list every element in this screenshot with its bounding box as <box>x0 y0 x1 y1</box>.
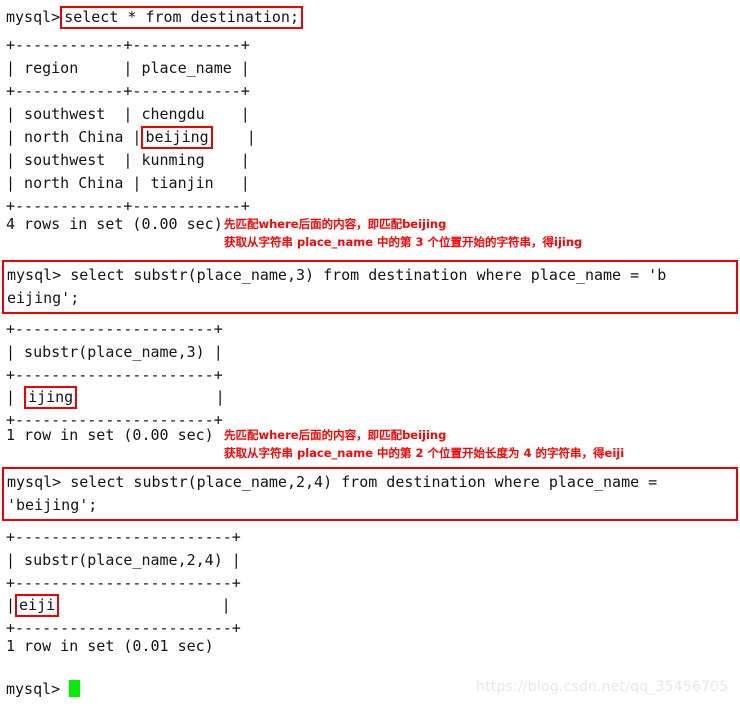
row2-1-prefix: | <box>6 388 25 406</box>
table1-sep-top: +------------+------------+ <box>6 36 250 54</box>
status-line-1: 4 rows in set (0.00 sec) <box>6 215 223 233</box>
sql-line-3-2: 'beijing'; <box>7 496 98 514</box>
sql-command-box-2[interactable]: mysql> select substr(place_name,3) from … <box>2 260 738 314</box>
status-line-2: 1 row in set (0.00 sec) <box>6 426 214 444</box>
annotation-2-line-2: 获取从字符串 place_name 中的第 2 个位置开始长度为 4 的字符串，… <box>224 446 625 460</box>
row4-value: tianjin <box>150 174 214 192</box>
command-line-1: mysql> select * from destination; <box>6 6 303 29</box>
row3-prefix: | southwest | <box>6 151 142 169</box>
row3-1-prefix: | <box>6 596 16 614</box>
mysql-terminal: mysql> select * from destination; +------… <box>0 0 740 711</box>
sql-line-2-1: mysql> select substr(place_name,3) from … <box>7 266 667 284</box>
table2-header: | substr(place_name,3) | <box>6 343 223 361</box>
annotation-2-line-1: 先匹配where后面的内容，即匹配beijing <box>224 428 447 442</box>
table-row: | ijing | <box>6 386 225 409</box>
sql-command-box-3[interactable]: mysql> select substr(place_name,2,4) fro… <box>2 467 738 521</box>
prompt-label-final: mysql> <box>6 680 61 698</box>
row1-prefix: | southwest | <box>6 105 142 123</box>
table-row: | southwest | kunming | <box>6 149 250 172</box>
row1-value: chengdu <box>141 105 205 123</box>
row4-suffix: | <box>213 174 250 192</box>
row2-prefix: | north China | <box>6 128 142 146</box>
row2-suffix: | <box>246 128 256 146</box>
row1-suffix: | <box>204 105 250 123</box>
sql-line-3-1: mysql> select substr(place_name,2,4) fro… <box>7 473 658 491</box>
final-prompt-line[interactable]: mysql> <box>6 678 81 701</box>
row2-1-suffix: | <box>89 388 225 406</box>
table-row: | north China | tianjin | <box>6 172 250 195</box>
table-row: | southwest | chengdu | <box>6 103 250 126</box>
table3-sep-mid: +------------------------+ <box>6 574 241 592</box>
status-line-3: 1 row in set (0.01 sec) <box>6 637 214 655</box>
row3-1-suffix: | <box>68 596 231 614</box>
row3-suffix: | <box>204 151 250 169</box>
table3-header: | substr(place_name,2,4) | <box>6 551 241 569</box>
table1-header: | region | place_name | <box>6 59 250 77</box>
row3-value: kunming <box>141 151 205 169</box>
table2-sep-top: +----------------------+ <box>6 320 223 338</box>
result-value-highlight-3[interactable]: eiji <box>15 594 60 617</box>
sql-line-2-2: eijing'; <box>7 289 80 307</box>
prompt-label-1: mysql> <box>6 8 61 26</box>
table-row: | eiji | <box>6 594 231 617</box>
watermark-text: https://blog.csdn.net/qq_35456705 <box>476 679 729 695</box>
command-highlight-1[interactable]: select * from destination; <box>60 6 303 29</box>
table1-sep-mid: +------------+------------+ <box>6 82 250 100</box>
table3-sep-top: +------------------------+ <box>6 528 241 546</box>
annotation-1-line-2: 获取从字符串 place_name 中的第 3 个位置开始的字符串，得ijing <box>224 235 583 249</box>
row4-prefix: | north China | <box>6 174 151 192</box>
annotation-1-line-1: 先匹配where后面的内容，即匹配beijing <box>224 217 447 231</box>
row2-value-highlight[interactable]: beijing <box>141 126 213 149</box>
table2-sep-mid: +----------------------+ <box>6 366 223 384</box>
result-value-highlight-2[interactable]: ijing <box>24 386 78 409</box>
table-row: | north China | beijing | <box>6 126 256 149</box>
text-cursor[interactable] <box>69 680 81 697</box>
